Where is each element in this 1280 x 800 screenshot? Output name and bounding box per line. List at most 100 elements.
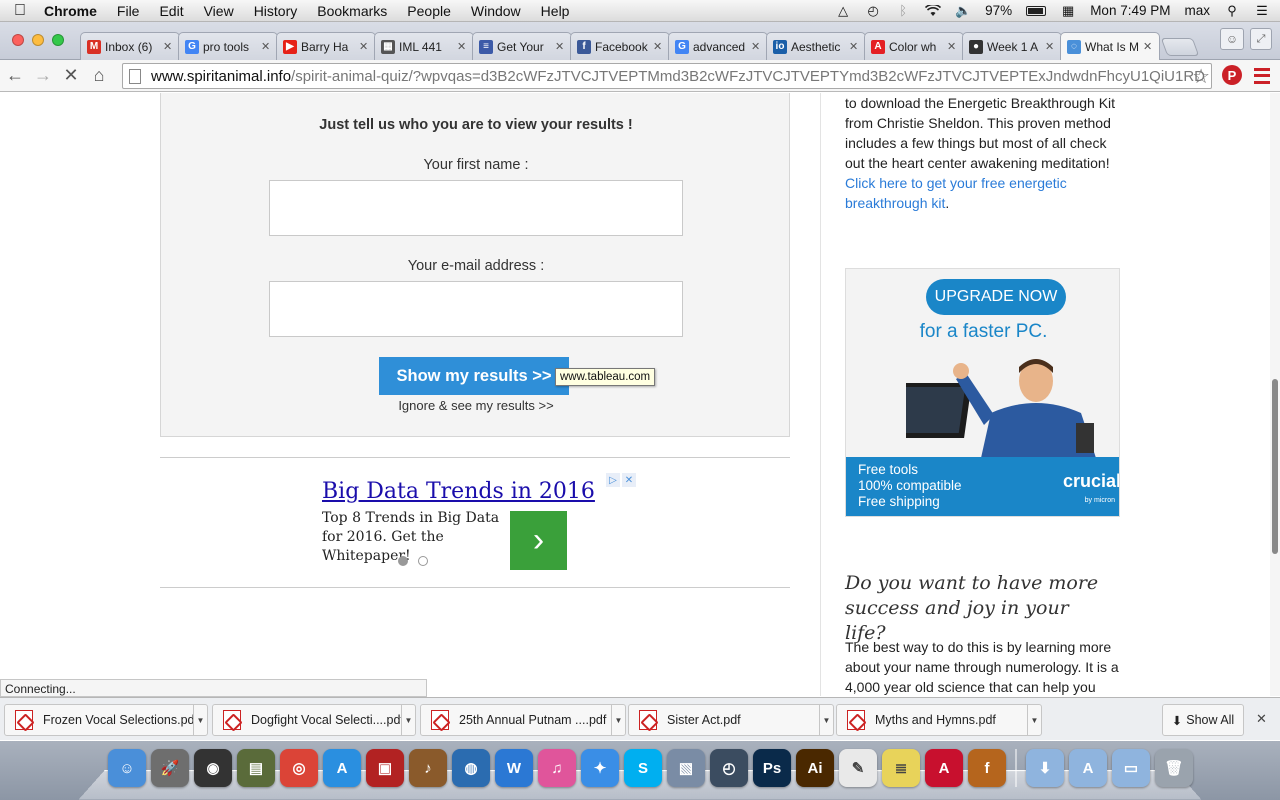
minimize-window-button[interactable] (32, 34, 44, 46)
download-item[interactable]: 25th Annual Putnam ....pdf ▼ (420, 704, 626, 736)
tab-close-icon[interactable]: ✕ (457, 40, 467, 53)
tab-close-icon[interactable]: ✕ (261, 40, 271, 53)
menu-edit[interactable]: Edit (149, 3, 193, 19)
safari-icon[interactable]: ✦ (581, 749, 619, 787)
battery-percent[interactable]: 97% (985, 3, 1012, 18)
browser-tab[interactable]: ▶ Barry Ha ✕ (276, 32, 376, 60)
illustrator-icon[interactable]: Ai (796, 749, 834, 787)
launchpad-icon[interactable]: 🚀 (151, 749, 189, 787)
user-name[interactable]: max (1184, 3, 1210, 18)
applications-folder-icon[interactable]: A (1069, 749, 1107, 787)
home-button[interactable]: ⌂ (86, 63, 112, 89)
adchoices[interactable]: ▷ ✕ (606, 473, 636, 487)
downloads-stack-icon[interactable]: ⬇ (1026, 749, 1064, 787)
ad-title-link[interactable]: Big Data Trends in 2016 (322, 479, 595, 504)
menu-people[interactable]: People (397, 3, 461, 19)
chevron-down-icon[interactable]: ▼ (611, 705, 625, 735)
clock[interactable]: Mon 7:49 PM (1090, 3, 1170, 18)
finder-icon[interactable]: ☺ (108, 749, 146, 787)
apple-menu-icon[interactable]:  (0, 2, 40, 20)
menu-window[interactable]: Window (461, 3, 531, 19)
carousel-dot[interactable] (418, 556, 428, 566)
chrome-menu-icon[interactable] (1254, 66, 1270, 86)
adchoices-icon[interactable]: ▷ (606, 473, 620, 487)
chevron-down-icon[interactable]: ▼ (401, 705, 415, 735)
download-item[interactable]: Dogfight Vocal Selecti....pdf ▼ (212, 704, 416, 736)
menu-history[interactable]: History (244, 3, 308, 19)
bigdata-ad[interactable]: Big Data Trends in 2016 Top 8 Trends in … (314, 473, 636, 571)
download-item[interactable]: Sister Act.pdf ▼ (628, 704, 834, 736)
documents-folder-icon[interactable]: ▭ (1112, 749, 1150, 787)
forward-button[interactable]: → (30, 63, 56, 89)
crucial-ad[interactable]: UPGRADE NOW for a faster PC. Free tools … (845, 268, 1120, 517)
ad-close-icon[interactable]: ✕ (622, 473, 636, 487)
tab-close-icon[interactable]: ✕ (849, 40, 859, 53)
browser-tab[interactable]: Gadvanced ✕ (668, 32, 768, 60)
tab-close-icon[interactable]: ✕ (751, 40, 761, 53)
energetic-kit-link[interactable]: Click here to get your free energetic br… (845, 175, 1067, 211)
trash-icon[interactable]: 🗑 (1155, 749, 1193, 787)
time-machine-icon[interactable]: ◴ (865, 3, 881, 18)
wifi-icon[interactable] (925, 4, 942, 18)
pinterest-extension-icon[interactable]: P (1222, 65, 1242, 85)
tab-close-icon[interactable]: ✕ (1143, 40, 1153, 53)
adobe-icon[interactable]: △ (835, 3, 851, 18)
chevron-down-icon[interactable]: ▼ (193, 705, 207, 735)
show-results-button[interactable]: Show my results >> (379, 357, 569, 395)
skype-icon[interactable]: S (624, 749, 662, 787)
dashboard-icon[interactable]: ◉ (194, 749, 232, 787)
chrome-icon[interactable]: ◎ (280, 749, 318, 787)
mission-control-icon[interactable]: ▤ (237, 749, 275, 787)
menu-bookmarks[interactable]: Bookmarks (307, 3, 397, 19)
tab-close-icon[interactable]: ✕ (555, 40, 565, 53)
browser-tab[interactable]: ≡ Get Your ✕ (472, 32, 572, 60)
photoshop-icon[interactable]: Ps (753, 749, 791, 787)
fullscreen-icon[interactable]: ⤢ (1250, 28, 1272, 50)
close-icon[interactable]: ✕ (1256, 711, 1267, 727)
photo-booth-icon[interactable]: ▣ (366, 749, 404, 787)
download-item[interactable]: Myths and Hymns.pdf ▼ (836, 704, 1042, 736)
download-item[interactable]: Frozen Vocal Selections.pdf ▼ (4, 704, 208, 736)
tab-close-icon[interactable]: ✕ (359, 40, 369, 53)
zoom-window-button[interactable] (52, 34, 64, 46)
close-window-button[interactable] (12, 34, 24, 46)
tab-close-icon[interactable]: ✕ (163, 40, 173, 53)
chevron-down-icon[interactable]: ▼ (1027, 705, 1041, 735)
ignore-results-link[interactable]: Ignore & see my results >> (161, 398, 791, 413)
browser-tab[interactable]: f Facebook ✕ (570, 32, 670, 60)
preview-icon[interactable]: ▧ (667, 749, 705, 787)
upgrade-now-button[interactable]: UPGRADE NOW (926, 279, 1066, 315)
stop-button[interactable]: ✕ (58, 63, 84, 89)
fontforge-icon[interactable]: f (968, 749, 1006, 787)
bookmark-star-icon[interactable]: ☆ (1192, 64, 1210, 89)
stickies-icon[interactable]: ≣ (882, 749, 920, 787)
browser-tab[interactable]: M Inbox (6) ✕ (80, 32, 180, 60)
ad-arrow-button[interactable]: › (510, 511, 567, 570)
time-machine-icon[interactable]: ◴ (710, 749, 748, 787)
browser-tab[interactable]: io Aesthetic ✕ (766, 32, 866, 60)
profile-button[interactable]: ☺ (1220, 28, 1244, 50)
menu-file[interactable]: File (107, 3, 150, 19)
new-tab-button[interactable] (1160, 38, 1200, 56)
word-icon[interactable]: W (495, 749, 533, 787)
tab-close-icon[interactable]: ✕ (1045, 40, 1055, 53)
back-button[interactable]: ← (2, 63, 28, 89)
calendar-icon[interactable]: ▦ (1060, 3, 1076, 18)
battery-icon[interactable] (1026, 5, 1047, 16)
acrobat-icon[interactable]: A (925, 749, 963, 787)
garageband-icon[interactable]: ♪ (409, 749, 447, 787)
menu-view[interactable]: View (194, 3, 244, 19)
email-field[interactable] (269, 281, 683, 337)
tab-close-icon[interactable]: ✕ (653, 40, 663, 53)
tab-close-icon[interactable]: ✕ (947, 40, 957, 53)
scrollbar[interactable] (1270, 93, 1280, 696)
app-menu[interactable]: Chrome (40, 3, 107, 19)
browser-tab[interactable]: ● Week 1 A ✕ (962, 32, 1062, 60)
app-store-icon[interactable]: A (323, 749, 361, 787)
menu-help[interactable]: Help (531, 3, 580, 19)
browser-tab[interactable]: A Color wh ✕ (864, 32, 964, 60)
scrollbar-thumb[interactable] (1272, 379, 1278, 554)
browser-tab[interactable]: ◌ What Is M ✕ (1060, 32, 1160, 60)
address-bar[interactable]: www.spiritanimal.info /spirit-animal-qui… (122, 63, 1212, 89)
notification-center-icon[interactable]: ☰ (1254, 3, 1270, 18)
